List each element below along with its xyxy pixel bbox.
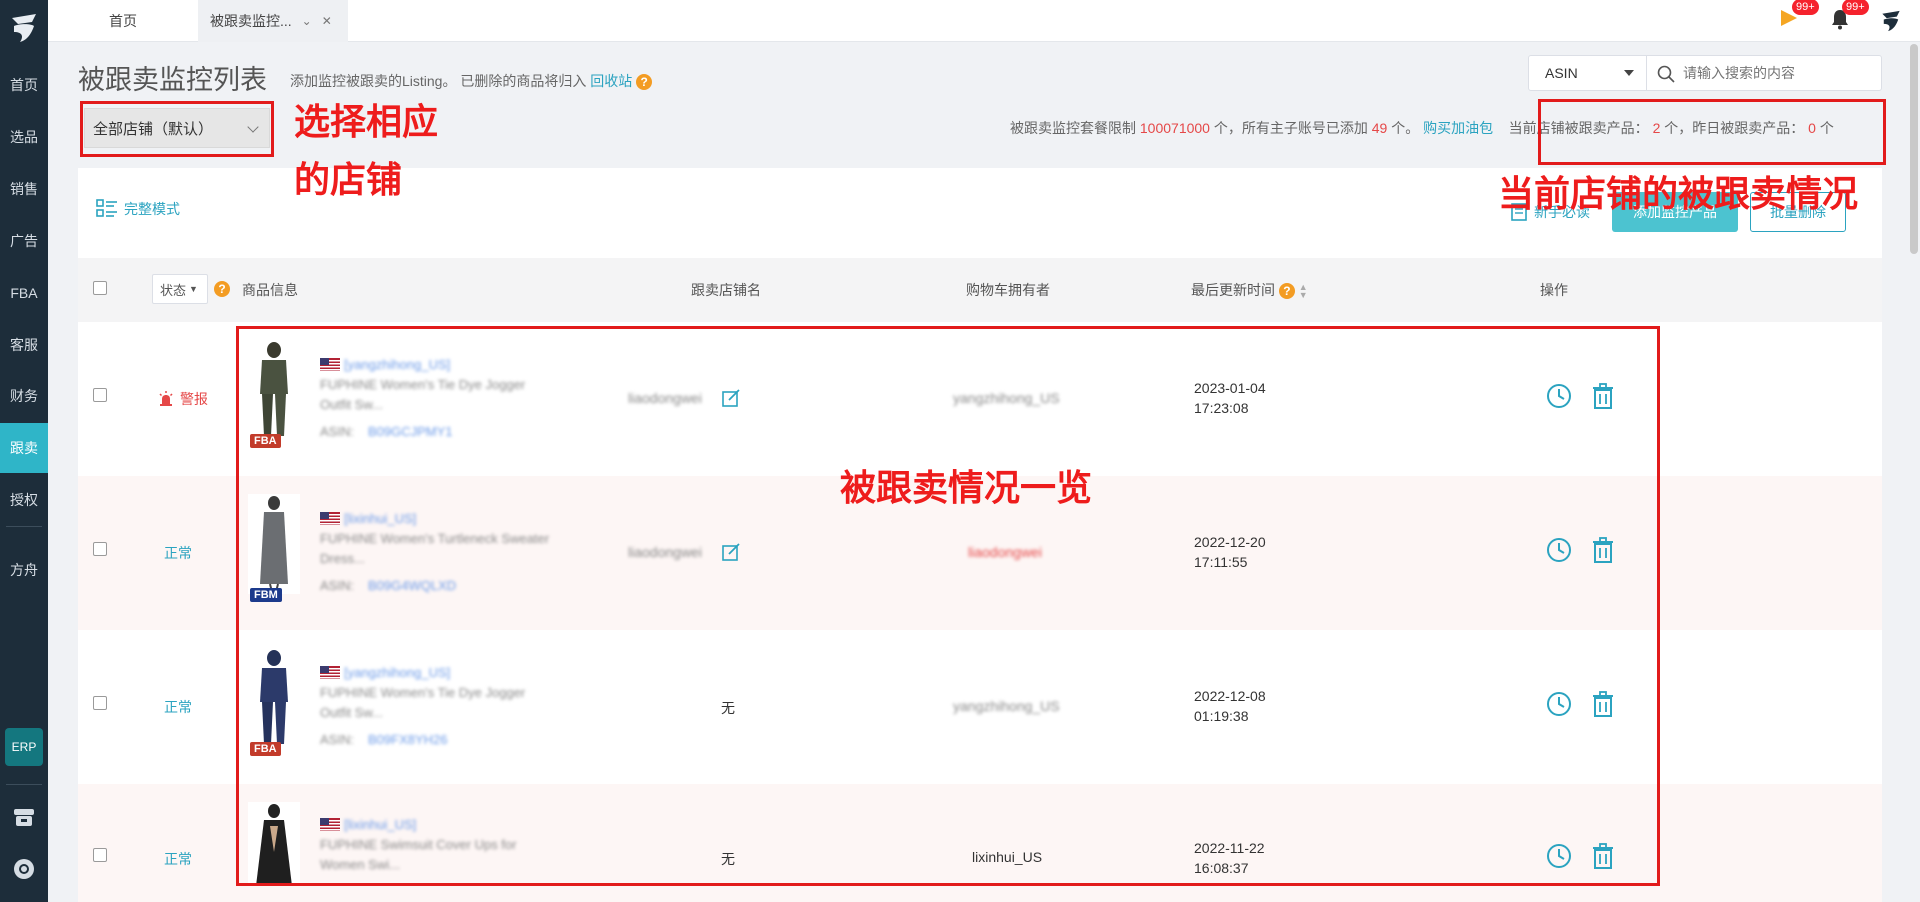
search-group: ASIN: [1528, 55, 1882, 91]
help-icon[interactable]: ?: [214, 281, 230, 297]
erp-button[interactable]: ERP: [5, 728, 43, 766]
subtitle-text: 添加监控被跟卖的Listing。 已删除的商品将归入: [290, 73, 587, 89]
annotation-overview-box: [236, 326, 1660, 886]
quota-mid: 个，所有主子账号已添加: [1213, 120, 1368, 136]
search-icon: [1657, 65, 1675, 83]
alarm-icon: [159, 391, 173, 406]
th-product: 商品信息: [242, 282, 298, 298]
status-normal: 正常: [164, 699, 192, 715]
close-icon[interactable]: ✕: [322, 14, 332, 28]
buy-addon-link[interactable]: 购买加油包: [1423, 120, 1493, 136]
full-mode-toggle[interactable]: 完整模式: [96, 198, 180, 220]
tab-follow-sell-monitor[interactable]: 被跟卖监控... ⌄ ✕: [198, 0, 348, 42]
th-seller: 跟卖店铺名: [691, 282, 761, 298]
recycle-bin-link[interactable]: 回收站: [590, 73, 632, 89]
annotation-status-box: [1538, 99, 1886, 165]
status-header-label: 状态: [160, 282, 187, 298]
row-checkbox[interactable]: [93, 542, 107, 556]
status-normal: 正常: [164, 851, 192, 867]
top-right-tools: 99+ 99+: [1778, 0, 1904, 42]
th-updated[interactable]: 最后更新时间 ? ▲ ▼: [1191, 280, 1308, 300]
top-bar: 首页 被跟卖监控... ⌄ ✕ 99+ 99+: [48, 0, 1920, 42]
page-subtitle: 添加监控被跟卖的Listing。 已删除的商品将归入 回收站 ?: [290, 71, 653, 91]
help-icon[interactable]: ?: [1278, 283, 1295, 300]
search-input[interactable]: [1647, 56, 1881, 90]
th-buybox: 购物车拥有者: [966, 282, 1050, 298]
sidebar-item-ark[interactable]: 方舟: [0, 545, 48, 595]
annotation-status-text: 当前店铺的被跟卖情况: [1498, 173, 1859, 214]
status-alarm: 警报: [158, 389, 208, 409]
annotation-store-line1: 选择相应: [294, 101, 439, 142]
sidebar-item-follow-sell[interactable]: 跟卖: [0, 423, 48, 473]
quota-suffix: 个。: [1391, 120, 1420, 136]
flag-notice[interactable]: 99+: [1778, 0, 1819, 35]
help-icon[interactable]: ?: [636, 74, 653, 91]
th-updated-label: 最后更新时间: [1191, 282, 1275, 298]
tab-home[interactable]: 首页: [48, 0, 198, 42]
support-icon[interactable]: [12, 857, 36, 881]
bell-notice[interactable]: 99+: [1828, 0, 1869, 35]
select-all-checkbox[interactable]: [93, 281, 107, 295]
sidebar-item-selection[interactable]: 选品: [0, 112, 48, 162]
quota-added: 49: [1371, 120, 1388, 136]
sidebar-divider: [6, 784, 42, 785]
logo-icon: [12, 14, 36, 42]
sidebar-divider: [6, 526, 42, 527]
caret-down-icon: [1624, 70, 1634, 76]
chevron-down-icon[interactable]: ⌄: [302, 14, 312, 28]
bell-badge: 99+: [1842, 0, 1869, 15]
annotation-store-box: [80, 101, 274, 157]
sidebar-item-finance[interactable]: 财务: [0, 371, 48, 421]
full-mode-label: 完整模式: [124, 201, 180, 217]
row-checkbox[interactable]: [93, 388, 107, 402]
avatar[interactable]: [1878, 8, 1904, 34]
th-actions: 操作: [1540, 282, 1568, 298]
flag-badge: 99+: [1792, 0, 1819, 15]
sidebar-item-ads[interactable]: 广告: [0, 216, 48, 266]
sidebar: 首页 选品 销售 广告 FBA 客服 财务 跟卖 授权 方舟 ERP: [0, 0, 48, 902]
status-label: 警报: [180, 391, 208, 407]
tab-label: 被跟卖监控...: [210, 13, 292, 29]
annotation-overview-text: 被跟卖情况一览: [840, 467, 1093, 508]
sidebar-item-sales[interactable]: 销售: [0, 164, 48, 214]
quota-prefix: 被跟卖监控套餐限制: [1010, 120, 1136, 136]
status-normal: 正常: [164, 545, 192, 561]
store-icon[interactable]: [12, 805, 36, 829]
row-checkbox[interactable]: [93, 696, 107, 710]
page-title: 被跟卖监控列表: [78, 65, 267, 95]
quota-limit: 100071000: [1139, 120, 1210, 136]
sidebar-item-authorize[interactable]: 授权: [0, 475, 48, 525]
scrollbar[interactable]: [1910, 44, 1918, 254]
list-mode-icon: [96, 199, 117, 217]
status-filter-dropdown[interactable]: 状态 ▼: [152, 274, 208, 304]
caret-down-icon: ▼: [189, 284, 198, 294]
sidebar-item-service[interactable]: 客服: [0, 320, 48, 370]
row-checkbox[interactable]: [93, 848, 107, 862]
sidebar-item-fba[interactable]: FBA: [0, 268, 48, 318]
sort-icon[interactable]: ▲ ▼: [1299, 283, 1308, 300]
search-type-select[interactable]: ASIN: [1529, 56, 1647, 90]
annotation-store-line2: 的店铺: [294, 159, 403, 200]
sidebar-item-home[interactable]: 首页: [0, 60, 48, 110]
search-type-value: ASIN: [1545, 65, 1578, 81]
